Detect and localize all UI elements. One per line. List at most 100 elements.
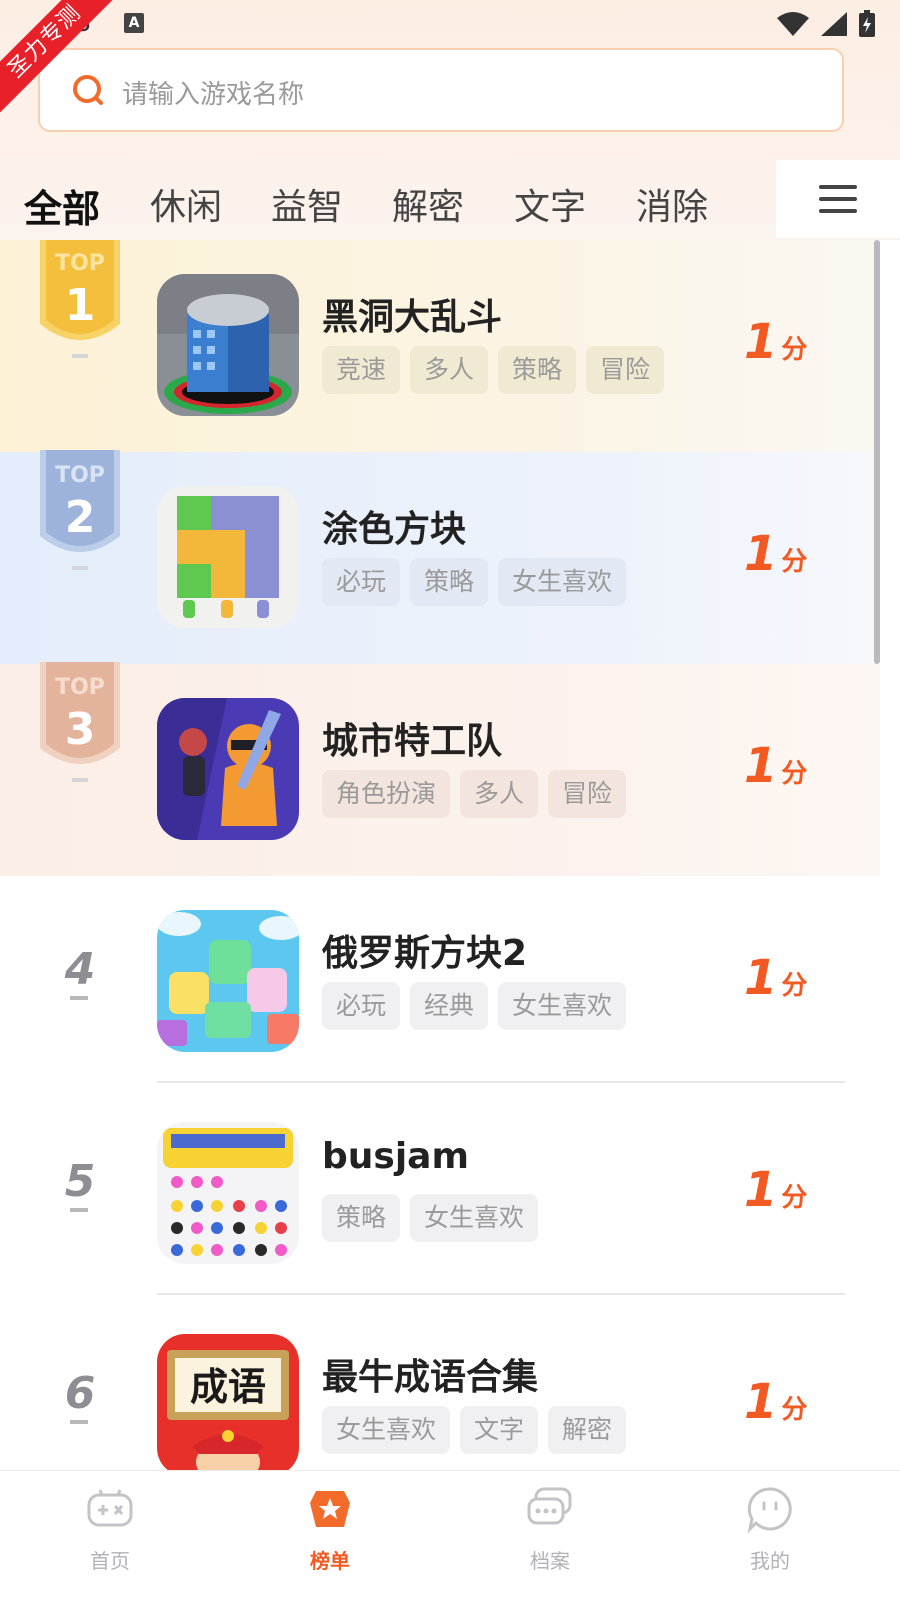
gamepad-icon (87, 1489, 133, 1527)
game-tag: 竞速 (322, 346, 401, 394)
ranking-star-icon (310, 1491, 350, 1527)
score-unit: 分 (781, 1183, 808, 1213)
game-name[interactable]: 最牛成语合集 (322, 1348, 538, 1400)
rank-number: 6 (64, 1368, 96, 1419)
gold-medal-icon: TOP 1 (40, 240, 120, 358)
game-tag: 策略 (498, 346, 577, 394)
game-tag: 女生喜欢 (322, 1406, 451, 1454)
ranking-row[interactable]: 5 busjam 策略 女生喜欢 1分 (0, 1088, 880, 1300)
wifi-icon (777, 12, 809, 36)
menu-icon (819, 185, 857, 213)
game-tag: 女生喜欢 (410, 1194, 539, 1242)
game-icon-color-blocks[interactable] (157, 486, 299, 628)
score-value: 1 (744, 526, 778, 582)
tag-list: 角色扮演 多人 冒险 (322, 770, 627, 818)
game-tag: 女生喜欢 (498, 982, 627, 1030)
score-value: 1 (744, 1374, 778, 1430)
game-name[interactable]: 俄罗斯方块2 (322, 924, 527, 976)
game-tag: 多人 (460, 770, 539, 818)
game-score: 1分 (744, 526, 807, 582)
game-icon-busjam[interactable] (157, 1122, 299, 1264)
tag-list: 必玩 策略 女生喜欢 (322, 558, 627, 606)
score-value: 1 (744, 1162, 778, 1218)
rank-number: 5 (64, 1156, 96, 1207)
game-tag: 多人 (410, 346, 489, 394)
tag-list: 策略 女生喜欢 (322, 1194, 539, 1242)
tab-mystery[interactable]: 解密 (392, 178, 464, 230)
category-menu-button[interactable] (776, 160, 900, 238)
score-unit: 分 (781, 1395, 808, 1425)
search-icon (73, 75, 103, 105)
nav-home[interactable]: 首页 (50, 1485, 170, 1574)
category-tabs: 全部 休闲 益智 解密 文字 消除 (0, 160, 900, 240)
game-name[interactable]: busjam (322, 1136, 469, 1177)
medal-rank: 1 (65, 280, 96, 331)
game-name[interactable]: 涂色方块 (322, 500, 466, 552)
medal-rank: 3 (65, 704, 96, 755)
bottom-navigation: 首页 榜单 档案 我的 (0, 1470, 900, 1600)
game-score: 1分 (744, 1374, 807, 1430)
game-tag: 角色扮演 (322, 770, 451, 818)
tag-list: 必玩 经典 女生喜欢 (322, 982, 627, 1030)
nav-mine[interactable]: 我的 (710, 1485, 830, 1574)
search-input[interactable]: 请输入游戏名称 (38, 48, 844, 132)
score-unit: 分 (781, 971, 808, 1001)
score-value: 1 (744, 950, 778, 1006)
icon-idiom-text: 成语 (190, 1364, 266, 1409)
game-icon-tetris[interactable] (157, 910, 299, 1052)
smile-bubble-icon (747, 1487, 792, 1534)
list-scrollbar[interactable] (874, 240, 880, 664)
game-name[interactable]: 城市特工队 (322, 712, 502, 764)
ranking-row[interactable]: TOP 1 黑洞大乱斗 竞速 多人 策略 冒险 1 分 (0, 240, 880, 452)
rank-underline (70, 1208, 88, 1212)
ranking-row[interactable]: 4 俄罗斯方块2 必玩 经典 女生喜欢 1分 (0, 876, 880, 1088)
game-score: 1分 (744, 950, 807, 1006)
score-value: 1 (744, 738, 778, 794)
score-unit: 分 (781, 547, 808, 577)
nav-ranking[interactable]: 榜单 (270, 1485, 390, 1574)
nav-label: 档案 (530, 1549, 570, 1573)
score-value: 1 (744, 314, 778, 370)
tab-match[interactable]: 消除 (636, 178, 708, 230)
game-icon-black-hole[interactable] (157, 274, 299, 416)
game-tag: 必玩 (322, 558, 401, 606)
game-score: 1分 (744, 314, 807, 370)
game-name[interactable]: 黑洞大乱斗 (322, 288, 502, 340)
tab-all[interactable]: 全部 (24, 178, 100, 233)
ranking-row[interactable]: TOP 2 涂色方块 必玩 策略 女生喜欢 1 分 (0, 450, 880, 664)
ranking-row[interactable]: 6 成语 最牛成语合集 女生喜欢 文字 解密 1分 (0, 1300, 880, 1470)
chat-bubbles-icon (527, 1487, 572, 1525)
game-score: 1分 (744, 738, 807, 794)
tab-text[interactable]: 文字 (514, 178, 586, 230)
game-tag: 策略 (322, 1194, 401, 1242)
ranking-row[interactable]: TOP 3 城市特工队 角色扮演 多人 冒险 1分 (0, 662, 880, 876)
search-placeholder: 请输入游戏名称 (122, 80, 305, 110)
tag-list: 女生喜欢 文字 解密 (322, 1406, 627, 1454)
medal-top-label: TOP (55, 463, 105, 488)
medal-top-label: TOP (55, 251, 105, 276)
game-score: 1分 (744, 1162, 807, 1218)
tab-puzzle[interactable]: 益智 (271, 178, 343, 230)
notification-a-icon: A (124, 13, 144, 33)
game-icon-idioms[interactable]: 成语 (157, 1334, 299, 1470)
row-divider (157, 1081, 845, 1083)
nav-archive[interactable]: 档案 (490, 1485, 610, 1574)
tab-casual[interactable]: 休闲 (150, 178, 222, 230)
score-unit: 分 (781, 759, 808, 789)
game-tag: 策略 (410, 558, 489, 606)
rank-number: 4 (64, 944, 96, 995)
silver-medal-icon: TOP 2 (40, 450, 120, 570)
game-icon-city-agents[interactable] (157, 698, 299, 840)
game-tag: 冒险 (586, 346, 665, 394)
nav-label: 我的 (750, 1549, 790, 1573)
rank-underline (70, 1420, 88, 1424)
score-unit: 分 (781, 335, 808, 365)
game-tag: 冒险 (548, 770, 627, 818)
signal-icon (821, 12, 847, 36)
status-bar: 08 A (0, 0, 900, 46)
medal-top-label: TOP (55, 675, 105, 700)
medal-rank: 2 (65, 492, 96, 543)
game-tag: 必玩 (322, 982, 401, 1030)
nav-label: 首页 (90, 1549, 130, 1573)
game-tag: 女生喜欢 (498, 558, 627, 606)
